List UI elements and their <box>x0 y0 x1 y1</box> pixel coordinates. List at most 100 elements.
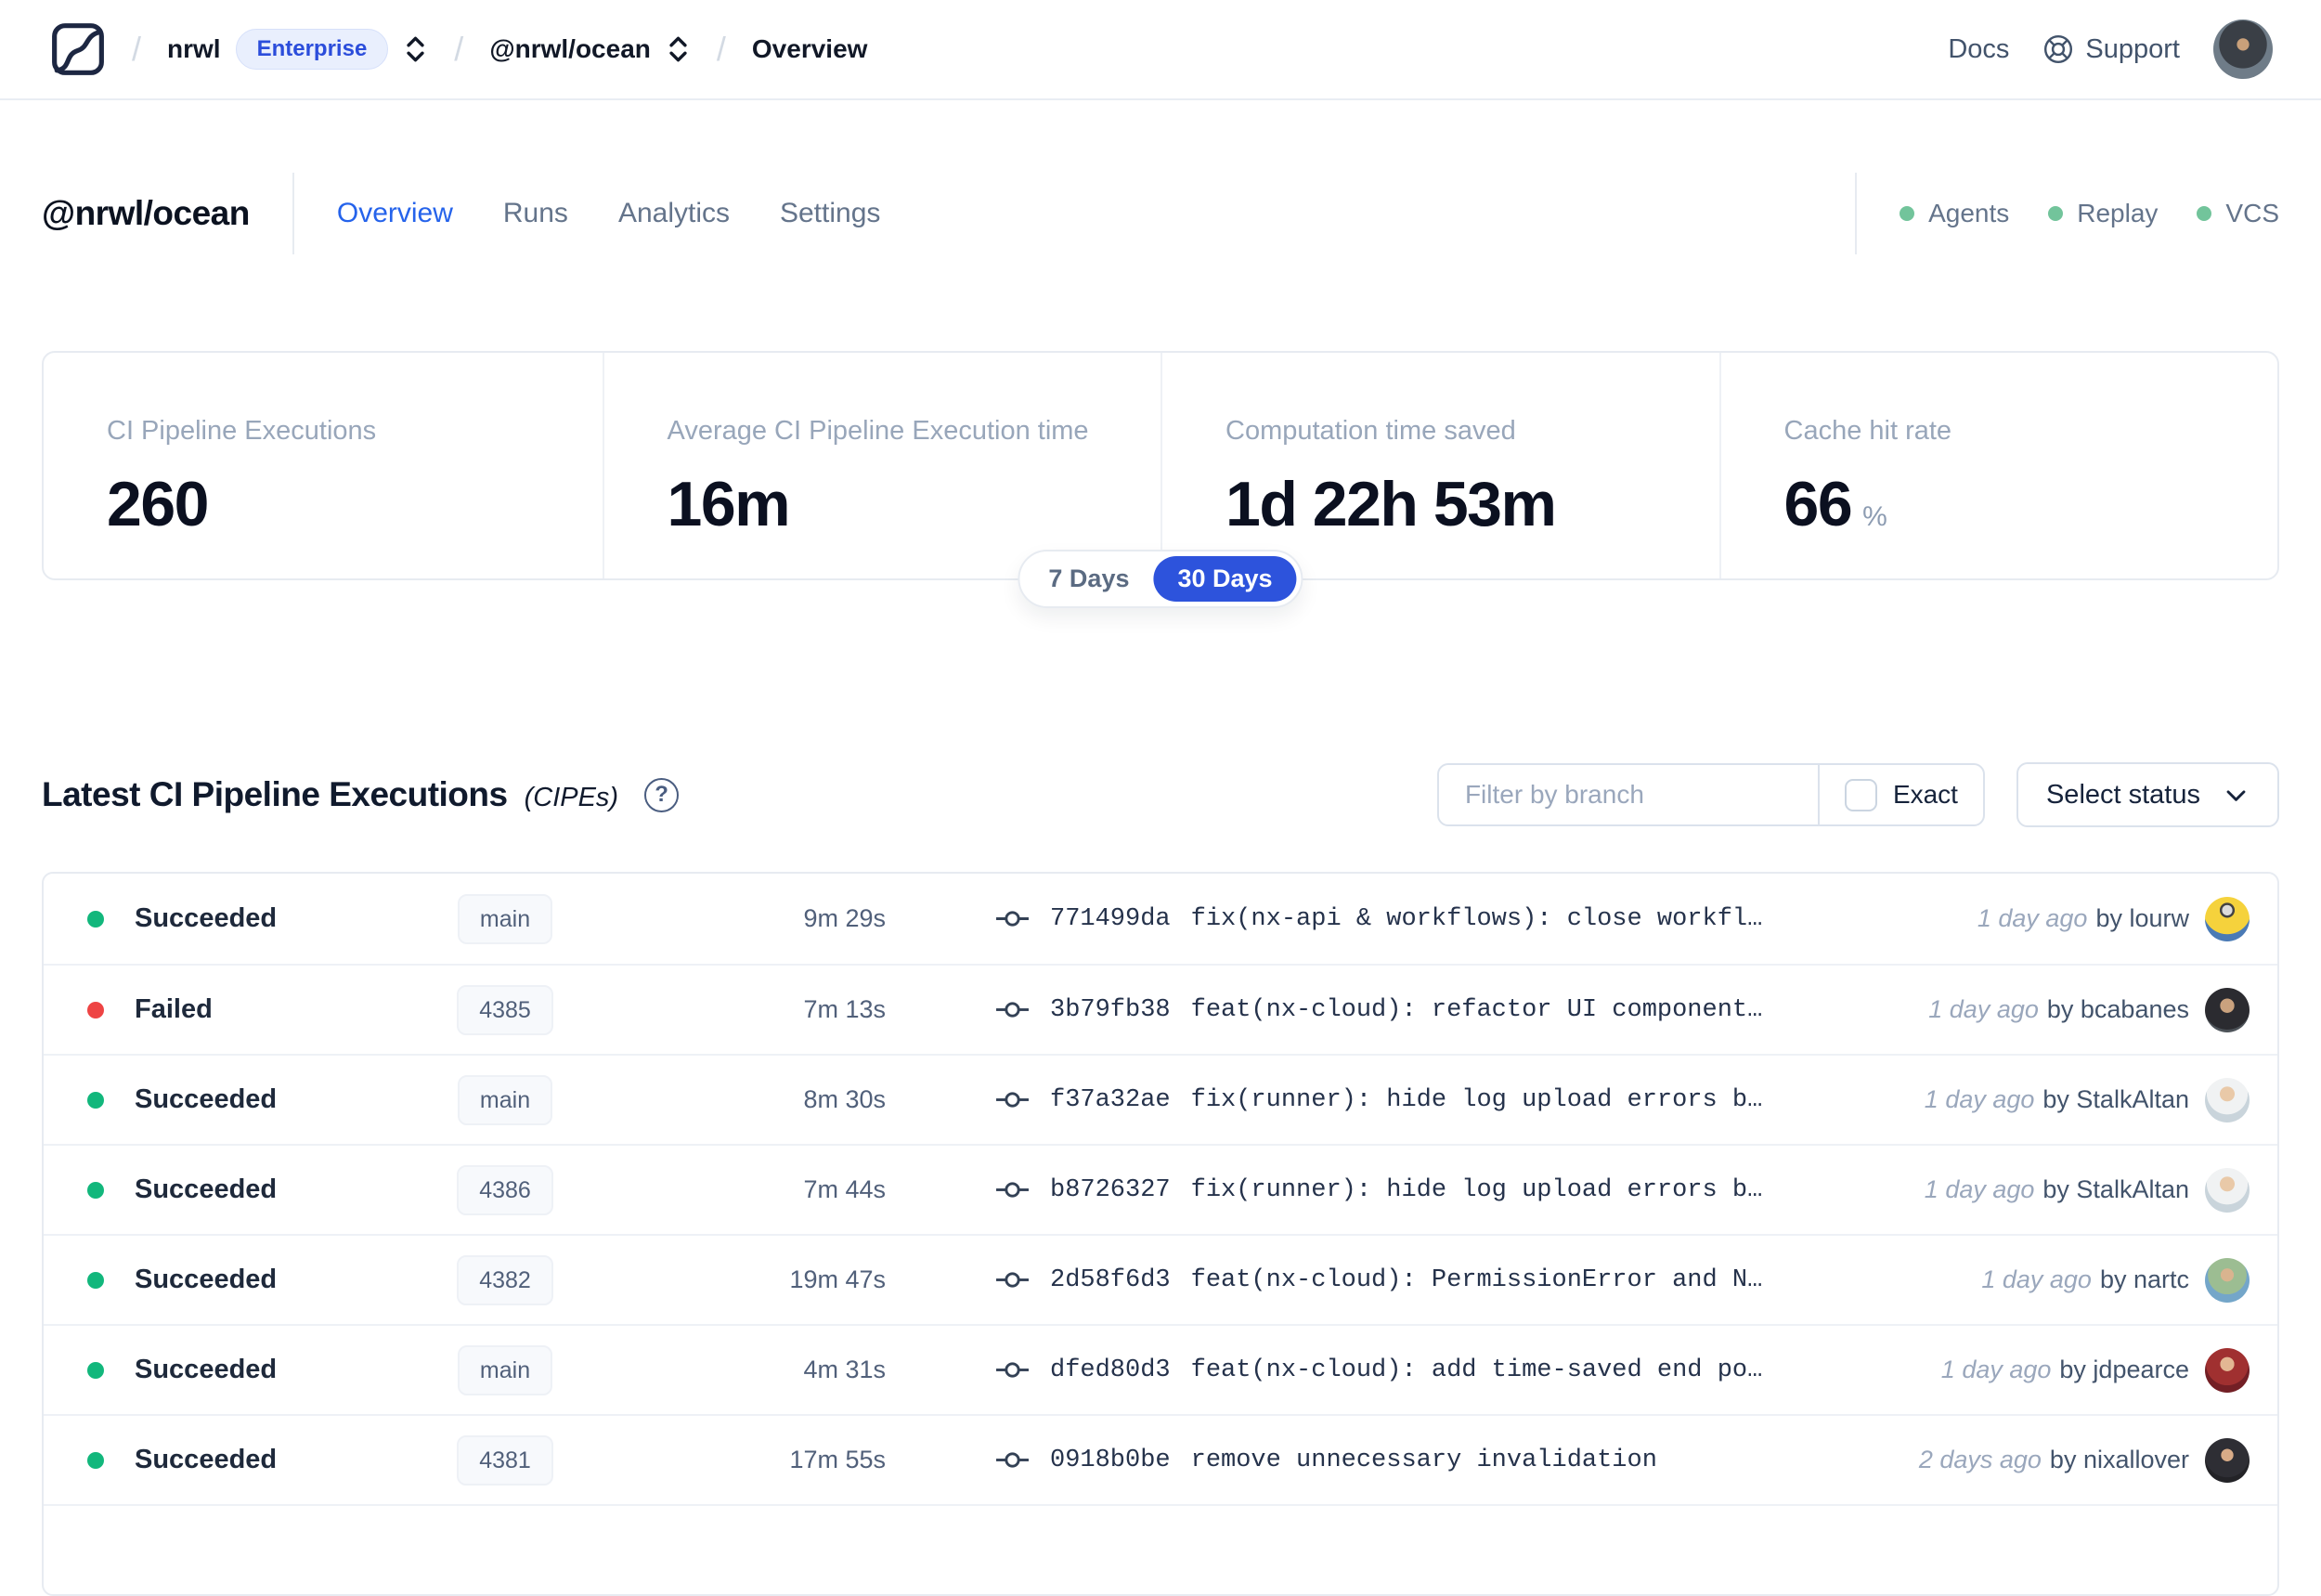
stats-section: CI Pipeline Executions 260 Average CI Pi… <box>42 351 2279 608</box>
status-label: Succeeded <box>135 1445 278 1474</box>
git-commit-icon <box>995 1088 1030 1111</box>
status-label: Succeeded <box>135 1265 278 1294</box>
author: by jdpearce <box>2059 1356 2189 1383</box>
git-commit-icon <box>995 1358 1030 1382</box>
stat-cache-hit-rate: Cache hit rate 66% <box>1718 353 2278 578</box>
help-icon[interactable]: ? <box>644 777 680 812</box>
user-avatar[interactable] <box>2213 19 2273 79</box>
author: by StalkAltan <box>2042 1175 2189 1203</box>
breadcrumb-workspace-name: @nrwl/ocean <box>489 34 651 63</box>
exact-checkbox[interactable] <box>1844 778 1877 811</box>
cipe-row[interactable]: Succeeded main 4m 31s dfed80d3 feat(nx-c… <box>44 1324 2277 1414</box>
cipe-row[interactable]: Failed 4385 7m 13s 3b79fb38 feat(nx-clou… <box>44 964 2277 1054</box>
support-link[interactable]: Support <box>2042 33 2180 65</box>
service-vcs[interactable]: VCS <box>2197 199 2279 228</box>
duration: 9m 29s <box>803 904 886 932</box>
service-status-list: Agents Replay VCS <box>1900 199 2279 228</box>
breadcrumb-separator: / <box>716 30 726 68</box>
breadcrumb-separator: / <box>132 30 142 68</box>
commit-hash: 3b79fb38 <box>1050 995 1171 1024</box>
breadcrumb-separator: / <box>454 30 464 68</box>
service-agents[interactable]: Agents <box>1900 199 2009 228</box>
range-30-days[interactable]: 30 Days <box>1153 556 1297 602</box>
time-range-toggle: 7 Days 30 Days <box>1018 550 1303 608</box>
commit-hash: b8726327 <box>1050 1175 1171 1204</box>
commit-message: fix(runner): hide log upload errors b… <box>1190 1085 1763 1114</box>
unfold-chevrons-icon[interactable] <box>403 33 428 65</box>
tab-settings[interactable]: Settings <box>780 198 880 229</box>
cipe-row-partial <box>44 1504 2277 1594</box>
time-ago: 1 day ago <box>1977 904 2088 932</box>
range-7-days[interactable]: 7 Days <box>1024 556 1153 602</box>
divider <box>1855 173 1858 254</box>
status-dot <box>87 1091 104 1109</box>
status-dot <box>87 1361 104 1379</box>
status-dot <box>87 1181 104 1199</box>
commit-message: feat(nx-cloud): add time-saved end po… <box>1190 1356 1763 1384</box>
branch-badge[interactable]: 4385 <box>457 984 553 1035</box>
cipe-row[interactable]: Succeeded 4386 7m 44s b8726327 fix(runne… <box>44 1144 2277 1234</box>
author-avatar <box>2205 1437 2250 1483</box>
status-dot <box>87 1271 104 1289</box>
time-ago: 1 day ago <box>1924 1085 2035 1113</box>
select-status-dropdown[interactable]: Select status <box>2016 762 2279 827</box>
branch-badge[interactable]: 4386 <box>457 1164 553 1215</box>
status-dot <box>87 1451 104 1469</box>
tab-runs[interactable]: Runs <box>503 198 568 229</box>
cipe-row[interactable]: Succeeded main 9m 29s 771499da fix(nx-ap… <box>44 874 2277 964</box>
exact-label: Exact <box>1892 780 1958 809</box>
top-nav: / nrwl Enterprise / @nrwl/ocean / Overvi… <box>0 0 2321 100</box>
branch-filter-input[interactable] <box>1438 765 1818 824</box>
branch-badge[interactable]: main <box>457 1344 553 1395</box>
git-commit-icon <box>995 1268 1030 1291</box>
git-commit-icon <box>995 907 1030 930</box>
status-dot-green <box>2197 206 2212 221</box>
duration: 4m 31s <box>803 1356 886 1383</box>
author-avatar <box>2205 1167 2250 1213</box>
branch-badge[interactable]: main <box>457 1074 553 1125</box>
breadcrumb-org-selector[interactable]: nrwl Enterprise <box>167 29 428 70</box>
time-ago: 1 day ago <box>1981 1265 2092 1293</box>
branch-badge[interactable]: main <box>457 893 553 944</box>
branch-badge[interactable]: 4382 <box>457 1254 553 1305</box>
status-dot <box>87 910 104 928</box>
workspace-tabs: Overview Runs Analytics Settings <box>337 198 881 229</box>
stat-ci-pipeline-executions: CI Pipeline Executions 260 <box>107 416 377 539</box>
cipe-row[interactable]: Succeeded 4381 17m 55s 0918b0be remove u… <box>44 1414 2277 1504</box>
commit-message: feat(nx-cloud): refactor UI component… <box>1190 995 1763 1024</box>
org-plan-badge: Enterprise <box>235 29 389 70</box>
author-avatar <box>2205 1077 2250 1122</box>
time-ago: 2 days ago <box>1918 1446 2042 1473</box>
cipe-row[interactable]: Succeeded 4382 19m 47s 2d58f6d3 feat(nx-… <box>44 1234 2277 1324</box>
branch-badge[interactable]: 4381 <box>457 1434 553 1486</box>
duration: 7m 13s <box>803 995 886 1023</box>
author: by lourw <box>2095 904 2189 932</box>
divider <box>292 173 294 254</box>
commit-message: fix(runner): hide log upload errors b… <box>1190 1175 1763 1204</box>
cipes-header: Latest CI Pipeline Executions (CIPEs) ? … <box>42 762 2279 827</box>
service-replay[interactable]: Replay <box>2048 199 2158 228</box>
status-label: Succeeded <box>135 903 278 933</box>
branch-filter-group: Exact <box>1436 763 1985 826</box>
tab-analytics[interactable]: Analytics <box>618 198 730 229</box>
author-avatar <box>2205 896 2250 941</box>
unfold-chevrons-icon[interactable] <box>666 33 691 65</box>
stat-computation-time-saved: Computation time saved 1d 22h 53m <box>1160 353 1719 578</box>
time-ago: 1 day ago <box>1928 995 2039 1023</box>
time-ago: 1 day ago <box>1924 1175 2035 1203</box>
nx-cloud-logo[interactable] <box>50 21 106 77</box>
breadcrumb-page: Overview <box>751 34 868 63</box>
cipe-row[interactable]: Succeeded main 8m 30s f37a32ae fix(runne… <box>44 1054 2277 1144</box>
breadcrumb-org-name: nrwl <box>167 34 221 63</box>
tab-overview[interactable]: Overview <box>337 198 453 229</box>
docs-link[interactable]: Docs <box>1948 34 2009 65</box>
duration: 7m 44s <box>803 1175 886 1203</box>
workspace-title: @nrwl/ocean <box>42 194 250 232</box>
breadcrumb-workspace-selector[interactable]: @nrwl/ocean <box>489 33 691 65</box>
workspace-header: @nrwl/ocean Overview Runs Analytics Sett… <box>0 100 2321 254</box>
duration: 17m 55s <box>789 1446 886 1473</box>
commit-hash: 771499da <box>1050 904 1171 933</box>
status-label: Succeeded <box>135 1084 278 1114</box>
author: by StalkAltan <box>2042 1085 2189 1113</box>
percent-suffix: % <box>1862 501 1887 532</box>
